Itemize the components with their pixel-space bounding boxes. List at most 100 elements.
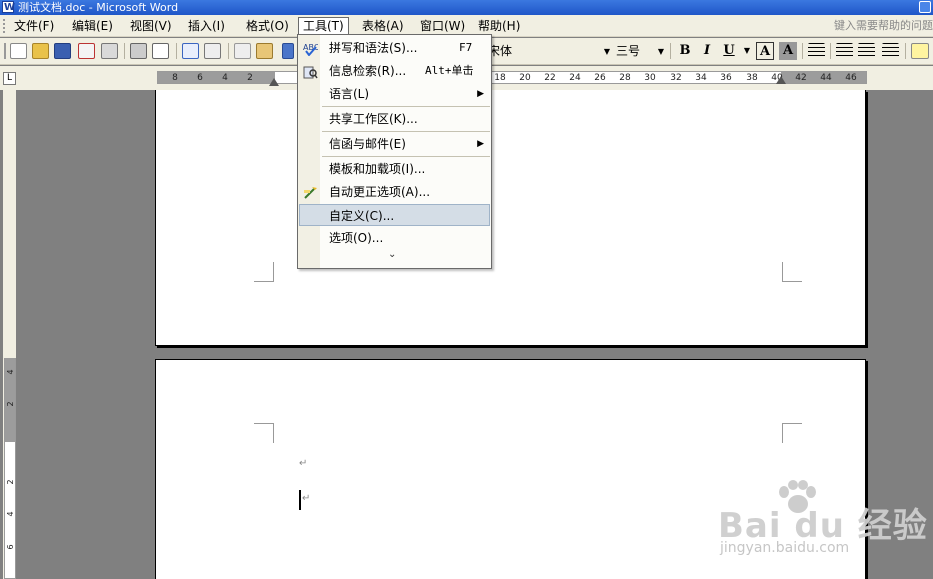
ruler-tick: 36: [720, 73, 732, 83]
ruler-tick: 20: [519, 73, 531, 83]
menu-file[interactable]: 文件(F): [10, 18, 58, 35]
open-folder-icon[interactable]: [32, 43, 49, 59]
menu-item-options[interactable]: 选项(O)...: [299, 227, 490, 249]
ruler-tick: 28: [619, 73, 631, 83]
underline-button[interactable]: U: [720, 42, 738, 60]
crop-mark: [254, 262, 274, 282]
title-bar: 测试文档.doc - Microsoft Word: [0, 0, 933, 15]
window-control-button[interactable]: [919, 1, 931, 13]
paragraph-mark: ↵: [302, 493, 311, 504]
vruler-tick: 4: [6, 369, 15, 375]
spelling-icon[interactable]: [182, 43, 199, 59]
crop-mark: [782, 262, 802, 282]
menu-item-letters-mailings[interactable]: 信函与邮件(E) ▶: [299, 133, 490, 155]
toolbar-separator: [802, 43, 803, 59]
menu-item-label: 拼写和语法(S)...: [329, 41, 418, 55]
save-disk-icon[interactable]: [54, 43, 71, 59]
ruler-tick: 4: [222, 73, 228, 83]
menu-insert[interactable]: 插入(I): [184, 18, 229, 35]
permission-icon[interactable]: [78, 43, 95, 59]
menu-item-language[interactable]: 语言(L) ▶: [299, 83, 490, 105]
toolbar-grip-handle[interactable]: [4, 43, 6, 59]
toolbar-separator: [905, 43, 906, 59]
ruler-tick: 6: [197, 73, 203, 83]
ruler-tick: 2: [247, 73, 253, 83]
new-document-icon[interactable]: [10, 43, 27, 59]
align-justify-icon[interactable]: [808, 43, 825, 59]
menu-window[interactable]: 窗口(W): [416, 18, 469, 35]
spelling-check-icon: ABC: [303, 41, 320, 57]
vruler-tick: 2: [6, 479, 15, 485]
help-search-input[interactable]: 键入需要帮助的问题: [834, 18, 933, 34]
menu-separator: [322, 156, 490, 157]
menu-item-shortcut: Alt+单击: [425, 64, 474, 77]
ruler-tick: 26: [594, 73, 606, 83]
print-preview-icon[interactable]: [152, 43, 169, 59]
numbering-icon[interactable]: [836, 43, 853, 59]
menu-item-spelling-grammar[interactable]: ABC 拼写和语法(S)... F7: [299, 37, 490, 59]
ruler-tick: 30: [644, 73, 656, 83]
word-app-icon: [2, 0, 15, 15]
toolbar-separator: [830, 43, 831, 59]
menu-view[interactable]: 视图(V): [126, 18, 176, 35]
ruler-tick: 18: [494, 73, 506, 83]
menu-item-label: 模板和加载项(I)...: [329, 162, 426, 176]
highlight-icon[interactable]: [911, 43, 929, 59]
bold-button[interactable]: B: [676, 42, 694, 60]
crop-mark: [782, 423, 802, 443]
character-border-button[interactable]: A: [756, 42, 774, 60]
character-shading-button[interactable]: A: [779, 42, 797, 60]
menu-item-label: 信函与邮件(E): [329, 137, 406, 151]
menu-item-label: 信息检索(R)...: [329, 64, 407, 78]
paragraph-mark: ↵: [299, 458, 308, 469]
research-icon[interactable]: [204, 43, 221, 59]
menu-item-shortcut: F7: [459, 41, 473, 54]
font-name-select[interactable]: 宋体 ▼: [488, 42, 612, 61]
italic-button[interactable]: I: [698, 42, 716, 60]
menu-table[interactable]: 表格(A): [358, 18, 408, 35]
paste-icon[interactable]: [256, 43, 273, 59]
menu-item-shared-workspace[interactable]: 共享工作区(K)...: [299, 108, 490, 130]
font-size-value: 三号: [616, 44, 641, 58]
left-indent-marker[interactable]: [269, 78, 279, 86]
menu-item-research[interactable]: 信息检索(R)... Alt+单击: [299, 60, 490, 82]
vertical-ruler-track: 4 2 2 4 6: [4, 358, 16, 579]
tools-menu-dropdown: ABC 拼写和语法(S)... F7 信息检索(R)... Alt+单击 语言(…: [297, 34, 492, 269]
ruler-tick: 38: [746, 73, 758, 83]
submenu-arrow-icon: ▶: [477, 89, 484, 99]
menu-separator: [322, 131, 490, 132]
menu-format[interactable]: 格式(O): [242, 18, 293, 35]
toolbar-separator: [228, 43, 229, 59]
decrease-indent-icon[interactable]: [882, 43, 899, 59]
bullets-icon[interactable]: [858, 43, 875, 59]
underline-dropdown-chevron-icon[interactable]: ▼: [738, 42, 756, 60]
watermark-url: jingyan.baidu.com: [720, 540, 850, 556]
expand-menu-chevron-icon[interactable]: ⌄: [388, 249, 396, 260]
document-page-1[interactable]: [155, 90, 866, 346]
menu-item-label: 自动更正选项(A)...: [329, 185, 431, 199]
toolbar-separator: [176, 43, 177, 59]
font-size-select[interactable]: 三号 ▼: [616, 42, 666, 61]
menu-item-autocorrect-options[interactable]: 自动更正选项(A)...: [299, 181, 490, 203]
right-indent-marker[interactable]: [776, 76, 786, 84]
menu-item-templates-addins[interactable]: 模板和加载项(I)...: [299, 158, 490, 180]
ruler-tick: 24: [569, 73, 581, 83]
menu-item-label: 自定义(C)...: [329, 209, 395, 223]
vertical-ruler[interactable]: 4 2 2 4 6: [3, 90, 16, 579]
copy-icon[interactable]: [234, 43, 251, 59]
email-icon[interactable]: [101, 43, 118, 59]
menu-edit[interactable]: 编辑(E): [68, 18, 117, 35]
submenu-arrow-icon: ▶: [477, 139, 484, 149]
menubar-grip-handle[interactable]: [3, 19, 6, 33]
horizontal-ruler[interactable]: 8 6 4 2 18 20 22 24 26 28 30 32 34 36 38…: [157, 71, 867, 84]
window-title: 测试文档.doc - Microsoft Word: [18, 1, 179, 14]
menu-item-customize[interactable]: 自定义(C)...: [299, 204, 490, 226]
menu-item-label: 语言(L): [329, 87, 370, 101]
tab-stop-selector[interactable]: L: [3, 72, 16, 85]
toolbar-separator: [670, 43, 671, 59]
menu-help[interactable]: 帮助(H): [474, 18, 524, 35]
print-icon[interactable]: [130, 43, 147, 59]
vruler-tick: 2: [6, 401, 15, 407]
ruler-tick: 22: [544, 73, 556, 83]
undo-icon[interactable]: [282, 43, 294, 59]
